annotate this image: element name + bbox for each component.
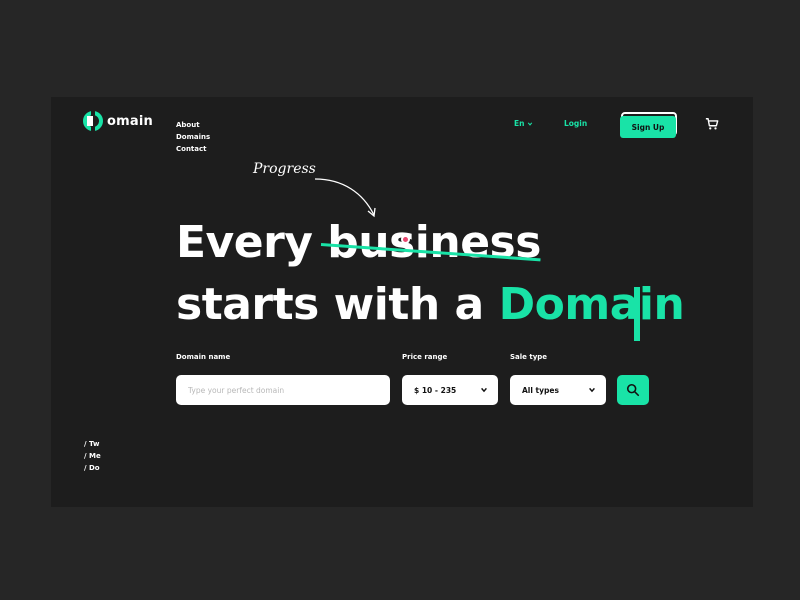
signup-button[interactable]: Sign Up <box>620 112 677 138</box>
chevron-down-icon <box>589 387 595 393</box>
language-label: En <box>514 119 525 128</box>
logo-mark-icon <box>83 111 103 131</box>
hero-word-every: Every <box>176 217 313 268</box>
logo-text: omain <box>107 113 153 129</box>
social-link-dribbble[interactable]: / Do <box>84 462 101 474</box>
domain-search-input[interactable] <box>176 385 390 395</box>
chevron-down-icon <box>528 121 533 126</box>
accent-bar <box>633 287 640 341</box>
sale-type-select[interactable]: All types <box>510 375 606 405</box>
signup-label: Sign Up <box>620 116 676 138</box>
price-range-value: $ 10 - 235 <box>414 385 457 395</box>
search-button[interactable] <box>617 375 649 405</box>
hero-headline-line1: Every business <box>176 217 541 268</box>
cursor-icon <box>401 235 410 244</box>
price-range-label: Price range <box>402 353 448 361</box>
nav-item-domains[interactable]: Domains <box>176 131 210 143</box>
social-links: / Tw / Me / Do <box>84 438 101 474</box>
login-link[interactable]: Login <box>564 119 587 128</box>
domain-name-label: Domain name <box>176 353 231 361</box>
social-link-twitter[interactable]: / Tw <box>84 438 101 450</box>
nav-item-about[interactable]: About <box>176 119 210 131</box>
sale-type-label: Sale type <box>510 353 548 361</box>
nav-item-contact[interactable]: Contact <box>176 143 210 155</box>
social-link-medium[interactable]: / Me <box>84 450 101 462</box>
search-icon <box>626 383 640 397</box>
language-selector[interactable]: En <box>514 119 533 128</box>
hero-accent-text: Domain <box>498 279 685 330</box>
main-nav: About Domains Contact <box>176 119 210 155</box>
chevron-down-icon <box>481 387 487 393</box>
hero-headline-line2: starts with a Domain <box>176 279 685 341</box>
logo[interactable]: omain <box>83 111 153 131</box>
sale-type-value: All types <box>522 385 559 395</box>
landing-page: omain About Domains Contact En Login Sig… <box>51 97 753 507</box>
hero-accent-word: Domain <box>498 279 685 341</box>
progress-annotation: Progress <box>253 161 316 177</box>
hero-prefix: starts with a <box>176 279 484 330</box>
struck-word: business <box>321 217 541 268</box>
domain-name-field[interactable] <box>176 375 390 405</box>
cart-icon[interactable] <box>705 117 719 131</box>
struck-word-text: business <box>327 217 541 268</box>
price-range-select[interactable]: $ 10 - 235 <box>402 375 498 405</box>
